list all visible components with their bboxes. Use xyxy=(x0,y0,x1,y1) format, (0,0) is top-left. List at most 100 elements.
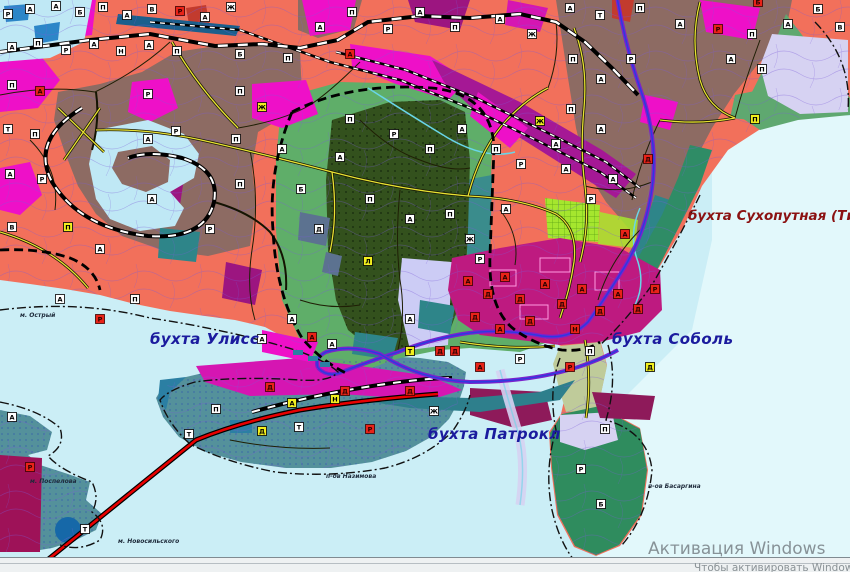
map-marker: Ж xyxy=(536,117,545,126)
svg-text:Р: Р xyxy=(178,8,183,16)
svg-text:А: А xyxy=(124,12,129,20)
map-marker: Т xyxy=(596,11,605,20)
svg-text:А: А xyxy=(7,171,12,179)
svg-text:А: А xyxy=(553,141,558,149)
map-marker: А xyxy=(144,135,153,144)
svg-text:Д: Д xyxy=(647,364,653,372)
map-marker: А xyxy=(476,363,485,372)
map-marker: Р xyxy=(384,25,393,34)
map-marker: Р xyxy=(577,465,586,474)
map-marker: Р xyxy=(4,10,13,19)
zoning-map-viewport[interactable]: РААБПАВАЖПАПРАПАЖАТПАПАБВАПРАНАПБПРПТПАР… xyxy=(0,0,850,572)
svg-text:А: А xyxy=(146,42,151,50)
map-canvas[interactable]: РААБПАВАЖПАПРАПАЖАТПАПАБВАПРАНАПБПРПТПАР… xyxy=(0,0,850,572)
map-marker: Р xyxy=(26,463,35,472)
svg-text:А: А xyxy=(477,364,482,372)
map-marker: П xyxy=(64,223,73,232)
svg-text:Т: Т xyxy=(6,126,11,134)
svg-text:Р: Р xyxy=(568,364,573,372)
svg-text:Ж: Ж xyxy=(430,408,438,416)
map-marker: Д xyxy=(484,290,493,299)
svg-text:П: П xyxy=(367,196,372,204)
map-marker: П xyxy=(567,105,576,114)
svg-text:Р: Р xyxy=(589,196,594,204)
svg-text:П: П xyxy=(570,56,575,64)
map-marker: А xyxy=(6,170,15,179)
map-marker: П xyxy=(34,39,43,48)
map-marker: А xyxy=(52,2,61,11)
map-marker: Т xyxy=(406,347,415,356)
svg-text:Д: Д xyxy=(597,308,603,316)
svg-text:П: П xyxy=(132,296,137,304)
svg-text:А: А xyxy=(145,136,150,144)
map-marker: А xyxy=(288,399,297,408)
svg-text:П: П xyxy=(237,181,242,189)
map-marker: Р xyxy=(62,46,71,55)
map-marker: А xyxy=(464,277,473,286)
svg-text:Л: Л xyxy=(365,258,370,266)
svg-text:Р: Р xyxy=(146,91,151,99)
map-marker: В xyxy=(148,5,157,14)
svg-text:А: А xyxy=(9,44,14,52)
map-marker: П xyxy=(232,135,241,144)
map-marker: П xyxy=(236,180,245,189)
svg-text:П: П xyxy=(752,116,757,124)
svg-text:А: А xyxy=(728,56,733,64)
svg-text:Ж: Ж xyxy=(466,236,474,244)
map-marker: П xyxy=(348,8,357,17)
map-marker: П xyxy=(346,115,355,124)
svg-text:Д: Д xyxy=(259,428,265,436)
svg-text:А: А xyxy=(677,21,682,29)
svg-text:А: А xyxy=(317,24,322,32)
map-marker: П xyxy=(451,23,460,32)
map-marker: Д xyxy=(644,155,653,164)
map-marker: А xyxy=(26,5,35,14)
map-marker: А xyxy=(123,11,132,20)
svg-text:А: А xyxy=(563,166,568,174)
map-marker: Р xyxy=(366,425,375,434)
svg-text:А: А xyxy=(407,316,412,324)
svg-text:А: А xyxy=(37,88,42,96)
svg-text:А: А xyxy=(502,274,507,282)
svg-text:Н: Н xyxy=(118,48,123,56)
map-marker: Д xyxy=(596,307,605,316)
map-marker: А xyxy=(496,15,505,24)
map-marker: А xyxy=(346,50,355,59)
svg-text:А: А xyxy=(407,216,412,224)
map-marker: Р xyxy=(390,130,399,139)
svg-text:Р: Р xyxy=(64,47,69,55)
svg-text:П: П xyxy=(637,5,642,13)
svg-text:Ж: Ж xyxy=(258,104,266,112)
svg-text:П: П xyxy=(759,66,764,74)
svg-text:А: А xyxy=(567,5,572,13)
svg-text:П: П xyxy=(65,224,70,232)
map-marker: Ж xyxy=(528,30,537,39)
svg-text:А: А xyxy=(53,3,58,11)
map-marker: А xyxy=(406,215,415,224)
svg-text:П: П xyxy=(100,4,105,12)
svg-text:Т: Т xyxy=(187,431,192,439)
svg-text:А: А xyxy=(289,316,294,324)
svg-text:А: А xyxy=(91,41,96,49)
svg-text:П: П xyxy=(35,40,40,48)
map-marker: А xyxy=(56,295,65,304)
svg-text:А: А xyxy=(497,326,502,334)
svg-text:П: П xyxy=(349,9,354,17)
map-marker: А xyxy=(8,43,17,52)
map-marker: Р xyxy=(587,195,596,204)
map-marker: Д xyxy=(471,313,480,322)
svg-text:Б: Б xyxy=(816,6,821,14)
map-marker: А xyxy=(784,20,793,29)
svg-text:П: П xyxy=(749,31,754,39)
svg-text:Т: Т xyxy=(598,12,603,20)
svg-text:Р: Р xyxy=(208,226,213,234)
svg-text:А: А xyxy=(610,176,615,184)
svg-text:Д: Д xyxy=(635,306,641,314)
map-marker: А xyxy=(8,413,17,422)
map-marker: Р xyxy=(627,55,636,64)
svg-text:Ж: Ж xyxy=(227,4,235,12)
map-marker: А xyxy=(566,4,575,13)
map-marker: П xyxy=(758,65,767,74)
svg-text:П: П xyxy=(285,55,290,63)
svg-text:П: П xyxy=(602,426,607,434)
